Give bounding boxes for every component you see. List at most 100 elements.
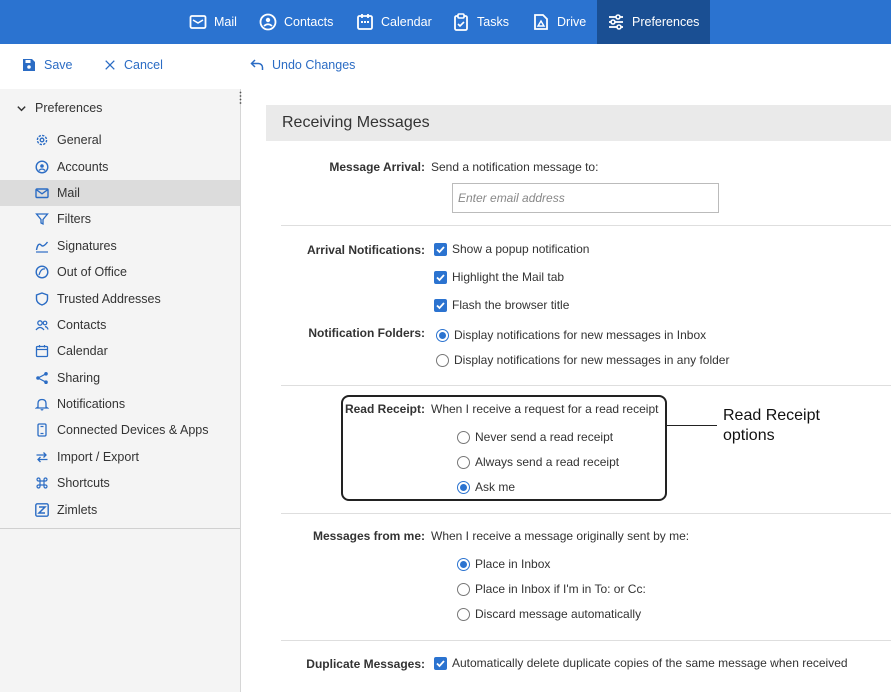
bell-icon [35,398,49,411]
section-divider [281,513,891,514]
radio-label: Ask me [475,480,516,494]
sidebar-item-general[interactable]: General [0,127,240,153]
sidebar-item-label: Contacts [57,318,107,332]
nav-drive[interactable]: Drive [522,0,596,44]
out-of-office-icon [35,265,49,279]
sidebar-item-label: Connected Devices & Apps [57,423,209,437]
sidebar-header-label: Preferences [35,101,103,115]
cancel-label: Cancel [124,58,163,72]
radio-unselected-icon [436,353,449,367]
sidebar-preferences-header[interactable]: Preferences [16,101,102,115]
shield-icon [35,292,49,306]
nav-calendar-label: Calendar [381,15,432,29]
nav-mail-label: Mail [214,15,237,29]
callout-connector-line [667,425,717,426]
sidebar-item-filters[interactable]: Filters [0,206,240,232]
save-label: Save [44,58,73,72]
sidebar-item-label: Trusted Addresses [57,292,161,306]
section-title: Receiving Messages [266,105,891,141]
tasks-icon [454,13,468,31]
place-in-inbox-radio[interactable]: Place in Inbox [457,557,550,571]
mail-icon [189,15,207,29]
sidebar-item-label: Accounts [57,160,109,174]
radio-label: Display notifications for new messages i… [454,328,707,342]
undo-icon [250,59,264,70]
radio-label: Place in Inbox [475,557,551,571]
sidebar-item-label: Zimlets [57,503,98,517]
envelope-icon [35,188,49,199]
discard-message-radio[interactable]: Discard message automatically [457,607,641,621]
sidebar-item-label: General [57,133,102,147]
checkbox-checked-icon [434,270,447,284]
sidebar-item-signatures[interactable]: Signatures [0,233,240,259]
save-icon [23,59,35,71]
read-receipt-label: Read Receipt: [344,402,425,416]
sidebar-item-contacts[interactable]: Contacts [0,312,240,338]
sidebar-item-label: Import / Export [57,450,139,464]
checkbox-label: Show a popup notification [452,242,590,256]
radio-unselected-icon [457,455,470,469]
message-arrival-label: Message Arrival: [329,160,425,174]
nav-calendar[interactable]: Calendar [346,0,442,44]
flash-browser-title-checkbox[interactable]: Flash the browser title [434,298,569,312]
radio-label: Display notifications for new messages i… [454,353,730,367]
message-arrival-text: Send a notification message to: [431,160,599,174]
sidebar-item-accounts[interactable]: Accounts [0,154,240,180]
sidebar-item-out-of-office[interactable]: Out of Office [0,259,240,285]
close-icon [105,60,115,70]
sidebar-item-import-export[interactable]: Import / Export [0,444,240,470]
nav-contacts[interactable]: Contacts [249,0,343,44]
signature-icon [35,241,49,253]
calendar-icon [357,14,373,30]
sidebar-item-label: Filters [57,212,92,226]
sidebar-item-shortcuts[interactable]: Shortcuts [0,470,240,496]
radio-selected-icon [457,480,470,494]
nav-drive-label: Drive [557,15,587,29]
save-button[interactable]: Save [22,58,73,72]
section-divider [281,385,891,386]
sidebar-item-mail[interactable]: Mail [0,180,240,206]
highlight-mail-tab-checkbox[interactable]: Highlight the Mail tab [434,270,564,284]
ask-me-receipt-radio[interactable]: Ask me [457,480,515,494]
sidebar-item-sharing[interactable]: Sharing [0,365,240,391]
checkbox-label: Automatically delete duplicate copies of… [452,656,848,670]
checkbox-label: Flash the browser title [452,298,570,312]
notify-any-folder-radio[interactable]: Display notifications for new messages i… [436,353,729,367]
sidebar-item-zimlets[interactable]: Zimlets [0,497,240,523]
notification-email-input[interactable] [452,183,719,213]
import-export-icon [36,452,48,463]
sidebar-item-connected-devices[interactable]: Connected Devices & Apps [0,417,240,443]
messages-from-me-label: Messages from me: [312,529,425,543]
sidebar-item-trusted-addresses[interactable]: Trusted Addresses [0,286,240,312]
always-send-receipt-radio[interactable]: Always send a read receipt [457,455,619,469]
calendar-icon [35,345,49,358]
sidebar-item-label: Shortcuts [57,476,110,490]
checkbox-checked-icon [434,656,447,670]
nav-preferences[interactable]: Preferences [597,0,710,44]
sidebar-item-notifications[interactable]: Notifications [0,391,240,417]
nav-contacts-label: Contacts [284,15,334,29]
section-divider [281,225,891,226]
messages-from-me-text: When I receive a message originally sent… [431,529,690,543]
show-popup-checkbox[interactable]: Show a popup notification [434,242,589,256]
sidebar-item-calendar[interactable]: Calendar [0,338,240,364]
notify-inbox-radio[interactable]: Display notifications for new messages i… [436,328,706,342]
delete-duplicates-checkbox[interactable]: Automatically delete duplicate copies of… [434,656,848,670]
section-divider [281,640,891,641]
radio-label: Place in Inbox if I'm in To: or Cc: [475,582,646,596]
preferences-sidebar: Preferences General Accounts Mail Filter… [0,89,241,692]
never-send-receipt-radio[interactable]: Never send a read receipt [457,430,613,444]
sidebar-item-label: Signatures [57,239,117,253]
cancel-button[interactable]: Cancel [104,58,163,72]
device-icon [37,423,47,437]
radio-unselected-icon [457,430,470,444]
nav-tasks[interactable]: Tasks [442,0,519,44]
filter-icon [35,213,49,226]
nav-tasks-label: Tasks [477,15,509,29]
undo-changes-button[interactable]: Undo Changes [250,58,355,72]
sidebar-item-label: Sharing [57,371,101,385]
notification-folders-label: Notification Folders: [308,326,425,340]
nav-mail[interactable]: Mail [179,0,247,44]
place-in-inbox-if-to-cc-radio[interactable]: Place in Inbox if I'm in To: or Cc: [457,582,646,596]
radio-selected-icon [457,557,470,571]
